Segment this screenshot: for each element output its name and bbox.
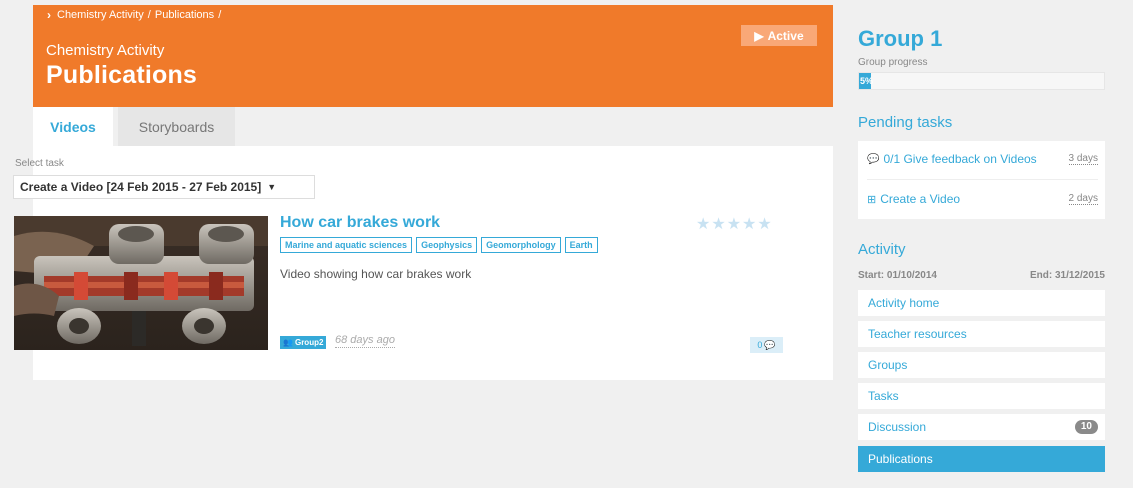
tab-storyboards[interactable]: Storyboards: [118, 107, 235, 146]
comment-icon: 💬: [867, 153, 880, 165]
page-title: Publications: [46, 61, 198, 89]
pending-task-link[interactable]: 💬 0/1 Give feedback on Videos: [867, 152, 1037, 166]
activity-heading: Activity: [858, 241, 906, 258]
sidebar-item-groups[interactable]: Groups: [858, 352, 1105, 378]
activity-start-date: Start: 01/10/2014: [858, 270, 937, 281]
discussion-count-badge: 10: [1074, 420, 1098, 434]
timestamp: 68 days ago: [335, 334, 395, 348]
comments-button[interactable]: 0 💬: [750, 337, 783, 353]
tag[interactable]: Earth: [564, 237, 598, 253]
progress-text: 5%: [860, 76, 874, 86]
video-thumbnail[interactable]: [14, 216, 268, 350]
star-icon[interactable]: ★: [711, 214, 725, 234]
select-task-label: Select task: [15, 158, 64, 169]
header-banner: › Chemistry Activity / Publications / Ch…: [33, 5, 833, 107]
users-icon: 👥: [283, 338, 293, 347]
sidebar-item-activity-home[interactable]: Activity home: [858, 290, 1105, 316]
breadcrumb-separator: /: [147, 9, 151, 21]
chevron-right-icon: ›: [47, 8, 51, 22]
tab-bar: Videos Storyboards: [33, 107, 833, 146]
pending-task-due: 2 days: [1068, 193, 1098, 205]
sidebar-item-discussion[interactable]: Discussion 10: [858, 414, 1105, 440]
comments-count: 0: [757, 340, 763, 350]
video-title-link[interactable]: How car brakes work: [280, 214, 440, 232]
tag-list: Marine and aquatic sciences Geophysics G…: [280, 237, 598, 253]
breadcrumb: › Chemistry Activity / Publications /: [47, 8, 221, 22]
pending-task-label: Create a Video: [880, 192, 961, 206]
star-icon[interactable]: ★: [727, 214, 741, 234]
tag[interactable]: Geomorphology: [481, 237, 561, 253]
caret-down-icon: ▼: [267, 182, 277, 192]
group-badge[interactable]: 👥 Group2: [280, 336, 327, 349]
tab-videos[interactable]: Videos: [33, 107, 113, 146]
pending-task-row[interactable]: ⊞ Create a Video 2 days: [867, 192, 1098, 206]
task-select[interactable]: Create a Video [24 Feb 2015 - 27 Feb 201…: [13, 175, 315, 199]
pending-task-due: 3 days: [1068, 153, 1098, 165]
progress-label: Group progress: [858, 57, 928, 68]
breadcrumb-item-publications[interactable]: Publications: [155, 9, 214, 21]
activity-dates: Start: 01/10/2014 End: 31/12/2015: [858, 270, 1105, 281]
group-progress-bar: 5%: [858, 72, 1105, 90]
sidebar-item-publications[interactable]: Publications: [858, 446, 1105, 472]
document-plus-icon: ⊞: [867, 193, 877, 206]
brake-image: [14, 216, 268, 350]
comment-icon: 💬: [764, 339, 776, 350]
pending-tasks-list: 💬 0/1 Give feedback on Videos 3 days ⊞ C…: [858, 141, 1105, 219]
pending-task-link[interactable]: ⊞ Create a Video: [867, 192, 960, 206]
sidebar-item-tasks[interactable]: Tasks: [858, 383, 1105, 409]
tag[interactable]: Geophysics: [416, 237, 478, 253]
star-icon[interactable]: ★: [757, 214, 771, 234]
group-badge-label: Group2: [294, 338, 324, 347]
tag[interactable]: Marine and aquatic sciences: [280, 237, 413, 253]
active-status-button[interactable]: ▶ Active: [741, 25, 817, 46]
page-subtitle: Chemistry Activity: [46, 42, 165, 59]
pending-task-row[interactable]: 💬 0/1 Give feedback on Videos 3 days: [867, 152, 1098, 166]
breadcrumb-item-activity[interactable]: Chemistry Activity: [57, 9, 144, 21]
pending-tasks-heading: Pending tasks: [858, 114, 953, 131]
play-icon: ▶: [754, 28, 764, 43]
star-rating[interactable]: ★ ★ ★ ★ ★: [696, 214, 772, 234]
group-title: Group 1: [858, 26, 943, 51]
breadcrumb-separator: /: [218, 9, 222, 21]
star-icon[interactable]: ★: [696, 214, 710, 234]
status-label: Active: [767, 28, 804, 43]
sidebar-item-teacher-resources[interactable]: Teacher resources: [858, 321, 1105, 347]
task-select-value: Create a Video [24 Feb 2015 - 27 Feb 201…: [20, 180, 262, 194]
activity-end-date: End: 31/12/2015: [1029, 270, 1105, 281]
star-icon[interactable]: ★: [742, 214, 756, 234]
pending-task-label: 0/1 Give feedback on Videos: [883, 152, 1037, 166]
divider: [867, 179, 1098, 180]
sidebar-item-label: Discussion: [868, 420, 927, 434]
video-description: Video showing how car brakes work: [280, 267, 472, 281]
